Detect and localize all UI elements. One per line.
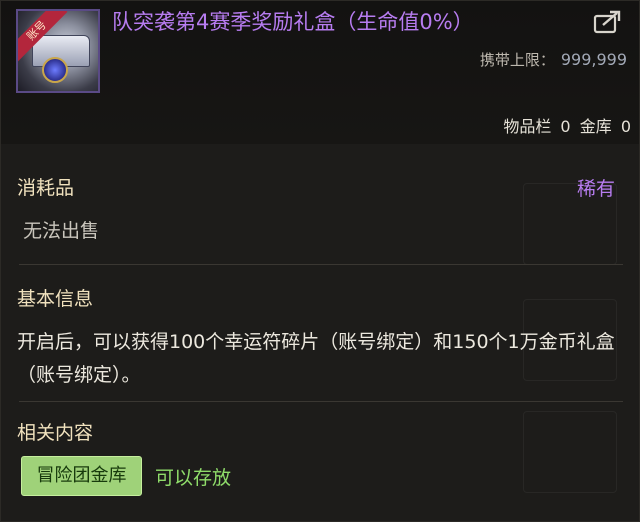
item-tooltip: 账号 队突袭第4赛季奖励礼盒（生命值0%） 携带上限： 999,999 物品栏 0… [0, 0, 640, 522]
info-heading: 基本信息 [17, 288, 94, 310]
related-heading: 相关内容 [17, 422, 94, 444]
inventory-value: 0 [560, 117, 571, 136]
item-title: 队突袭第4赛季奖励礼盒（生命值0%） [112, 10, 474, 34]
carry-limit: 携带上限： 999,999 [480, 49, 627, 70]
storable-status: 可以存放 [155, 467, 232, 489]
carry-limit-label: 携带上限： [479, 51, 555, 69]
vault-value: 0 [620, 117, 631, 136]
divider [19, 401, 623, 402]
item-rarity: 稀有 [576, 178, 615, 200]
divider [19, 264, 623, 265]
gem-icon [42, 57, 68, 83]
share-icon[interactable] [593, 9, 623, 35]
stock-counts: 物品栏 0 金库 0 [499, 113, 631, 137]
item-icon[interactable]: 账号 [16, 9, 100, 93]
sell-status: 无法出售 [23, 220, 100, 242]
background-slot [523, 411, 617, 493]
adventure-vault-badge: 冒险团金库 [21, 456, 142, 496]
tooltip-header: 账号 队突袭第4赛季奖励礼盒（生命值0%） 携带上限： 999,999 物品栏 0… [1, 1, 639, 144]
item-category: 消耗品 [17, 177, 75, 199]
inventory-label: 物品栏 [503, 117, 552, 136]
vault-label: 金库 [579, 117, 612, 136]
carry-limit-value: 999,999 [560, 50, 627, 69]
item-description: 开启后，可以获得100个幸运符碎片（账号绑定）和150个1万金币礼盒（账号绑定）… [17, 331, 615, 386]
